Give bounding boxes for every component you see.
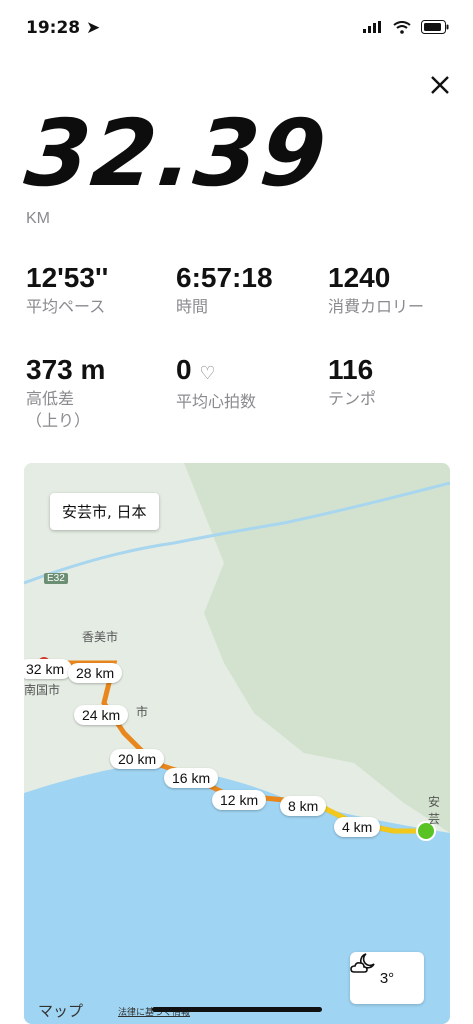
maps-logo-text: マップ	[38, 1002, 84, 1020]
partly-cloudy-night-icon	[350, 953, 375, 973]
city-label: 市	[136, 705, 149, 719]
km-marker: 12 km	[212, 790, 267, 810]
stat-calories: 1240 消費カロリー	[328, 260, 473, 318]
stat-elevation-gain: 373 m 高低差 （上り）	[26, 352, 176, 432]
stat-avg-pace: 12'53'' 平均ペース	[26, 260, 176, 318]
route-map[interactable]: 安芸市, 日本 E32 香美市 南国市 市 安芸 32 km 28 km 24 …	[24, 463, 450, 1024]
km-marker: 16 km	[164, 768, 219, 788]
stat-value: 373 m	[26, 354, 106, 385]
stat-value: 12'53''	[26, 262, 109, 293]
km-marker: 20 km	[110, 749, 165, 769]
road-shield: E32	[44, 573, 68, 584]
city-label: 香美市	[82, 630, 119, 644]
stat-label: 時間	[176, 297, 209, 316]
km-marker: 24 km	[74, 705, 129, 725]
heart-rate-number: 0	[176, 354, 192, 385]
stat-value: 0 ♡	[176, 352, 326, 391]
stat-label: テンポ	[328, 389, 377, 408]
status-icons	[363, 20, 449, 34]
stat-duration: 6:57:18 時間	[176, 260, 326, 318]
km-marker: 28 km	[68, 663, 123, 683]
stat-value: 116	[328, 354, 374, 385]
battery-icon	[421, 20, 449, 34]
stat-label: 平均ペース	[26, 297, 106, 316]
cellular-signal-icon	[363, 21, 381, 33]
place-label[interactable]: 安芸市, 日本	[50, 493, 159, 530]
stat-label: 消費カロリー	[328, 297, 425, 316]
status-time: 19:28 ➤	[26, 18, 100, 38]
city-label: 安芸	[428, 795, 441, 826]
stat-value: 1240	[328, 262, 391, 293]
status-bar: 19:28 ➤	[0, 0, 473, 60]
stat-avg-heart-rate: 0 ♡ 平均心拍数	[176, 352, 326, 413]
heart-icon: ♡	[199, 363, 216, 383]
weather-temp: 3°	[379, 969, 395, 987]
distance-value: 32.39	[20, 100, 333, 207]
maps-logo: マップ	[38, 1000, 83, 1021]
distance-unit: KM	[26, 210, 50, 227]
km-marker: 32 km	[24, 659, 73, 679]
map-canvas	[24, 463, 450, 1024]
stat-cadence: 116 テンポ	[328, 352, 473, 410]
km-marker: 4 km	[334, 817, 381, 837]
stat-label: 平均心拍数	[176, 392, 257, 411]
stat-value: 6:57:18	[176, 262, 273, 293]
city-label: 南国市	[24, 683, 61, 697]
stat-label: 高低差 （上り）	[26, 389, 91, 430]
home-indicator[interactable]	[152, 1007, 322, 1012]
location-arrow-icon: ➤	[86, 18, 101, 38]
km-marker: 8 km	[280, 796, 327, 816]
close-button[interactable]	[425, 70, 455, 100]
clock: 19:28	[26, 18, 81, 38]
weather-badge[interactable]: 3°	[350, 952, 424, 1004]
wifi-icon	[393, 20, 411, 34]
close-icon	[431, 76, 449, 94]
